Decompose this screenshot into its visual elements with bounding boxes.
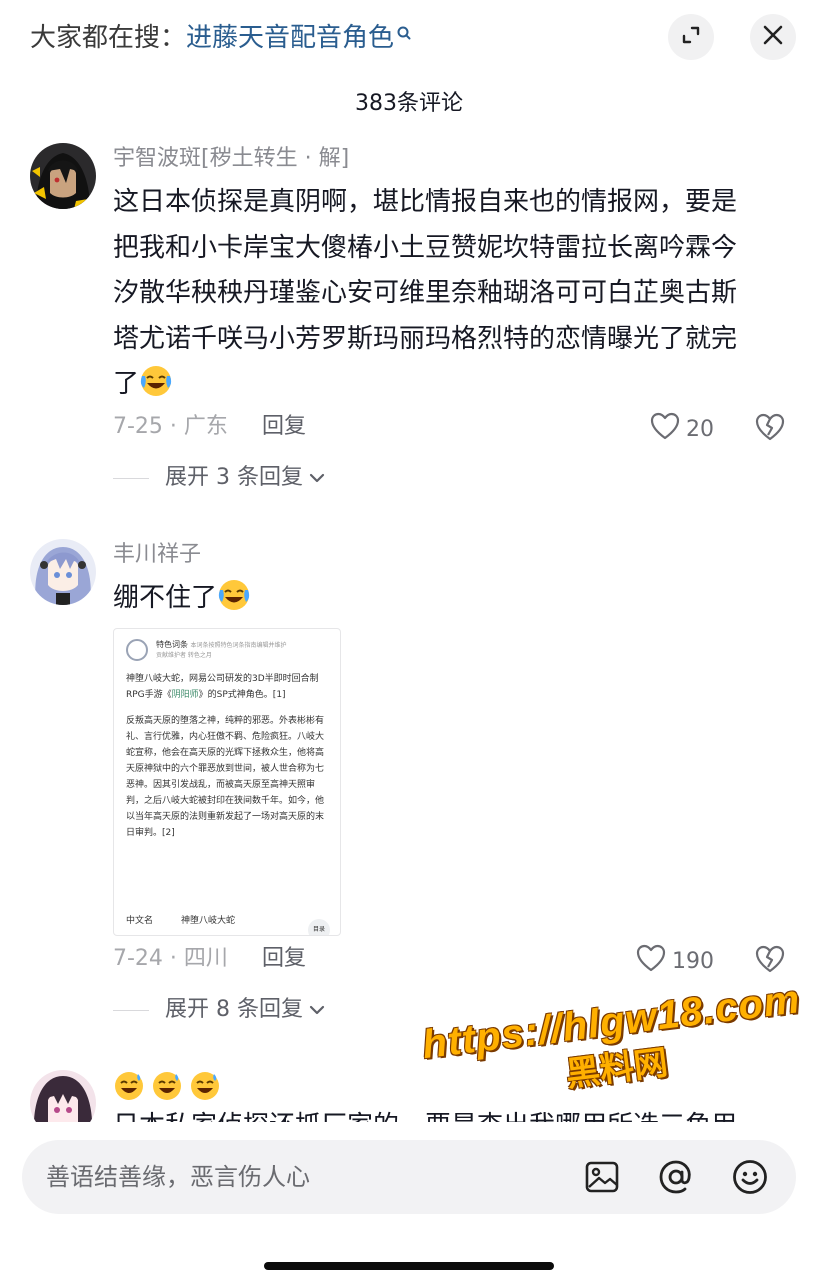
like-count: 190	[672, 948, 714, 974]
image-info-value: 神堕八岐大蛇	[181, 916, 236, 926]
comment-date-location: 7-25 · 广东	[113, 414, 228, 439]
comment-count: 383条评论	[355, 91, 463, 116]
home-indicator[interactable]	[264, 1262, 554, 1270]
avatar[interactable]	[30, 539, 96, 605]
image-header-title-text: 特色词条	[156, 640, 188, 649]
image-paragraph: 神堕八岐大蛇，网易公司研发的3D半即时回合制RPG手游《阴阳师》的SP式神角色。…	[126, 671, 332, 703]
comment-date-location: 7-24 · 四川	[113, 946, 228, 971]
tears-of-joy-emoji	[217, 578, 251, 612]
chevron-down-icon	[309, 1001, 325, 1020]
comment-image[interactable]: 特色词条 本词条按照特色词条指南编辑并维护 贡献维护者 转色之月 神堕八岐大蛇，…	[113, 628, 341, 936]
search-icon	[396, 20, 412, 56]
username[interactable]: 丰川祥子	[113, 540, 201, 570]
comment-text: 绷不住了	[113, 576, 773, 622]
expand-replies-label: 展开 8 条回复	[165, 997, 303, 1022]
image-icon[interactable]	[584, 1159, 620, 1195]
dislike-button[interactable]	[754, 412, 786, 446]
broken-heart-icon	[754, 945, 786, 978]
hot-search[interactable]: 大家都在搜：进藤天音配音角色	[30, 20, 412, 56]
comment-text-line: 汐散华秧秧丹瑾鉴心安可维里奈釉瑚洛可可白芷奥古斯	[113, 278, 738, 308]
sweat-smile-emoji	[113, 1070, 145, 1106]
like-count: 20	[686, 416, 714, 442]
comment-text: 这日本侦探是真阴啊，堪比情报自来也的情报网，要是 把我和小卡岸宝大傻椿小土豆赞妮…	[113, 180, 773, 408]
comment-text-line: 把我和小卡岸宝大傻椿小土豆赞妮坎特雷拉长离吟霖今	[113, 232, 738, 263]
top-bar: 大家都在搜：进藤天音配音角色	[0, 0, 818, 80]
at-icon[interactable]	[658, 1159, 694, 1195]
broken-heart-icon	[754, 413, 786, 446]
comment-input-panel: 善语结善缘，恶言伤人心	[0, 1122, 818, 1280]
heart-outline-icon	[650, 412, 680, 446]
watermark: https://hlgw18.com 黑料网	[414, 976, 814, 1113]
image-body: 神堕八岐大蛇，网易公司研发的3D半即时回合制RPG手游《阴阳师》的SP式神角色。…	[126, 671, 332, 851]
sweat-smile-emoji	[189, 1070, 221, 1106]
divider	[113, 477, 149, 479]
collapse-button[interactable]	[668, 14, 714, 60]
close-button[interactable]	[750, 14, 796, 60]
like-button[interactable]: 20	[650, 412, 714, 446]
badge-icon	[126, 639, 148, 661]
image-info-key: 中文名	[126, 916, 154, 926]
expand-replies-label: 展开 3 条回复	[165, 465, 303, 490]
emoji-row	[113, 1070, 221, 1106]
heart-outline-icon	[636, 944, 666, 978]
divider	[113, 1009, 149, 1011]
image-link: 阴阳师	[171, 690, 199, 700]
image-header-note: 本词条按照特色词条指南编辑并维护	[190, 642, 287, 649]
hot-search-query[interactable]: 进藤天音配音角色	[186, 23, 394, 53]
expand-replies[interactable]: 展开 8 条回复	[113, 995, 325, 1025]
username[interactable]: 宇智波斑[秽土转生 · 解]	[113, 144, 349, 174]
reply-button[interactable]: 回复	[262, 412, 306, 442]
comment-text-content: 绷不住了	[113, 583, 218, 613]
comment-text-line: 这日本侦探是真阴啊，堪比情报自来也的情报网，要是	[113, 187, 738, 217]
dislike-button[interactable]	[754, 944, 786, 978]
collapse-arrows-icon	[679, 23, 703, 51]
like-button[interactable]: 190	[636, 944, 714, 978]
image-text: 》的SP式神角色。[1]	[198, 690, 286, 700]
image-toc-badge: 目录	[308, 919, 330, 935]
hot-search-prefix: 大家都在搜：	[30, 23, 187, 53]
image-header-note2: 贡献维护者 转色之月	[156, 652, 212, 659]
tears-of-joy-emoji	[139, 364, 173, 398]
comment-input[interactable]: 善语结善缘，恶言伤人心	[22, 1140, 796, 1214]
image-paragraph: 反叛高天原的堕落之神，纯粹的邪恶。外表彬彬有礼、言行优雅，内心狂傲不羁、危险疯狂…	[126, 716, 325, 838]
reply-button[interactable]: 回复	[262, 944, 306, 974]
comment-input-placeholder: 善语结善缘，恶言伤人心	[46, 1163, 310, 1191]
sweat-smile-emoji	[151, 1070, 183, 1106]
comment-text-line: 了	[113, 369, 140, 399]
image-header: 特色词条 本词条按照特色词条指南编辑并维护 贡献维护者 转色之月	[126, 639, 306, 661]
image-info-row: 中文名 神堕八岐大蛇	[126, 913, 235, 926]
comment-text-line: 塔尤诺千咲马小芳罗斯玛丽玛格烈特的恋情曝光了就完	[113, 323, 738, 354]
emoji-face-icon[interactable]	[732, 1159, 768, 1195]
close-icon	[762, 24, 784, 50]
avatar[interactable]	[30, 143, 96, 209]
chevron-down-icon	[309, 469, 325, 488]
expand-replies[interactable]: 展开 3 条回复	[113, 463, 325, 493]
image-header-title: 特色词条 本词条按照特色词条指南编辑并维护	[156, 639, 306, 651]
comment-text-line-last: 了	[113, 362, 773, 408]
